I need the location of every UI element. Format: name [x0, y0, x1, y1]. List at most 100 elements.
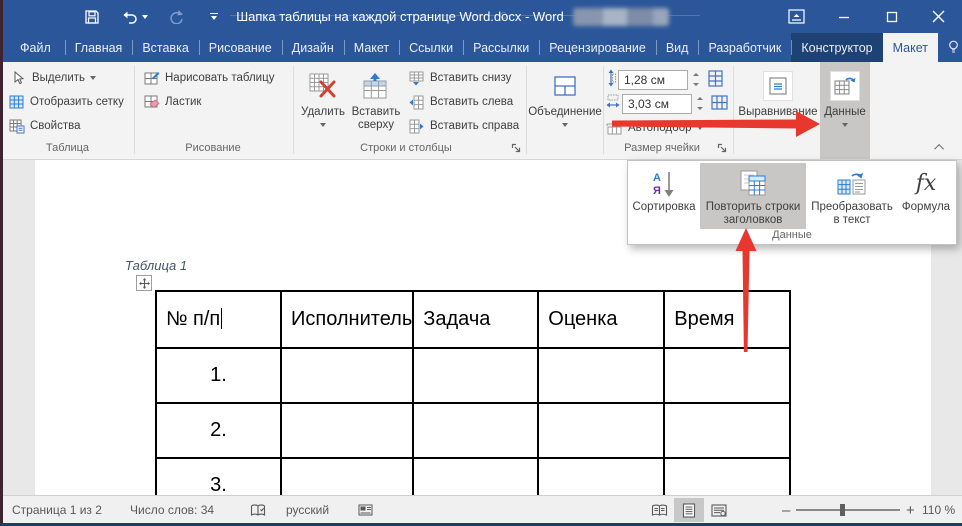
insert-below-button[interactable]: Вставить снизу	[408, 67, 511, 89]
minimize-button[interactable]	[824, 0, 864, 33]
tell-me-help[interactable]: Помощн	[940, 40, 962, 55]
row-height-icon	[606, 69, 616, 90]
tab-bar-right-icons: Помощн	[940, 33, 962, 62]
table-row[interactable]: 2.	[156, 403, 790, 458]
titlebar: Шапка таблицы на каждой странице Word.do…	[0, 0, 962, 33]
convert-to-text-button[interactable]: Преобразоватьв текст	[808, 163, 896, 229]
zoom-out-button[interactable]: –	[782, 496, 790, 524]
insert-left-button[interactable]: Вставить слева	[408, 91, 513, 113]
tab-file[interactable]: Файл	[6, 33, 65, 62]
row-height-steppers[interactable]	[689, 70, 702, 90]
header-cell-grade[interactable]: Оценка	[538, 291, 664, 348]
tab-draw[interactable]: Рисование	[199, 33, 282, 62]
draw-table-button[interactable]: Нарисовать таблицу	[143, 67, 274, 89]
tab-view[interactable]: Вид	[656, 33, 699, 62]
zoom-slider-thumb[interactable]	[840, 504, 845, 516]
move-arrows-icon	[139, 278, 150, 289]
account-name-blurred	[573, 8, 669, 26]
tab-home[interactable]: Главная	[65, 33, 133, 62]
view-gridlines-icon	[8, 94, 25, 111]
window-title: Шапка таблицы на каждой странице Word.do…	[180, 0, 620, 33]
tab-references[interactable]: Ссылки	[399, 33, 463, 62]
select-button[interactable]: Выделить	[10, 67, 96, 89]
table-header-row[interactable]: № п/п Исполнитель Задача Оценка Время	[156, 291, 790, 348]
zoom-slider-track[interactable]	[796, 509, 900, 511]
tab-table-design-contextual[interactable]: Конструктор	[791, 33, 882, 62]
header-cell-executor[interactable]: Исполнитель	[281, 291, 413, 348]
formula-fx-icon: fx	[916, 169, 937, 199]
undo-icon[interactable]	[118, 5, 150, 29]
alignment-button[interactable]: Выравнивание	[737, 65, 819, 151]
tab-table-layout-active[interactable]: Макет	[883, 33, 938, 62]
draw-table-icon	[143, 70, 160, 87]
data-button-pressed[interactable]: Данные	[820, 62, 870, 159]
row-height-input[interactable]: 1,28 см	[618, 70, 688, 90]
proofing-status-icon[interactable]	[250, 496, 266, 524]
maximize-button[interactable]	[872, 0, 912, 33]
zoom-in-button[interactable]: +	[906, 496, 915, 524]
window-left-edge	[0, 0, 3, 526]
distribute-rows-icon[interactable]	[707, 70, 724, 90]
close-button[interactable]	[918, 0, 958, 33]
macro-record-icon[interactable]	[358, 496, 373, 524]
distribute-columns-icon[interactable]	[711, 94, 728, 114]
tab-mailings[interactable]: Рассылки	[463, 33, 539, 62]
table-caption: Таблица 1	[125, 258, 187, 273]
tab-developer[interactable]: Разработчик	[698, 33, 791, 62]
group-label-cell-size: Размер ячейки	[608, 141, 716, 155]
page-indicator[interactable]: Страница 1 из 2	[12, 496, 102, 524]
insert-above-button[interactable]: Вставитьсверху	[350, 65, 402, 151]
collapse-ribbon-icon[interactable]	[932, 140, 948, 154]
print-layout-icon[interactable]	[674, 498, 704, 522]
document-table[interactable]: № п/п Исполнитель Задача Оценка Время 1.…	[155, 290, 791, 495]
table-properties-button[interactable]: Свойства	[8, 115, 81, 137]
table-move-handle[interactable]	[136, 275, 152, 291]
column-width-steppers[interactable]	[693, 94, 706, 114]
header-cell-number[interactable]: № п/п	[156, 291, 281, 348]
repeat-header-rows-button[interactable]: Повторить строкизаголовков	[700, 163, 806, 229]
repeat-header-rows-icon	[739, 169, 767, 199]
save-icon[interactable]	[80, 5, 104, 29]
language-indicator[interactable]: русский	[286, 496, 329, 524]
autofit-icon	[606, 120, 623, 137]
alignment-icon	[763, 71, 793, 101]
zoom-slider[interactable]	[796, 496, 900, 524]
read-mode-icon[interactable]	[644, 498, 674, 522]
tab-layout[interactable]: Макет	[344, 33, 399, 62]
delete-table-icon	[309, 69, 337, 103]
zoom-level[interactable]: 110 %	[922, 496, 955, 524]
cell-size-dialog-launcher-icon[interactable]	[717, 143, 729, 155]
tab-insert[interactable]: Вставка	[132, 33, 198, 62]
autofit-button[interactable]: Автоподбор	[606, 117, 703, 139]
web-layout-icon[interactable]	[704, 498, 734, 522]
sort-button[interactable]: А Я Сортировка	[630, 163, 698, 229]
column-width-input[interactable]: 3,03 см	[622, 94, 692, 114]
merge-button[interactable]: Объединение	[530, 65, 600, 151]
eraser-icon	[143, 94, 160, 111]
view-gridlines-button[interactable]: Отобразить сетку	[8, 91, 124, 113]
table-row[interactable]: 1.	[156, 348, 790, 403]
ribbon: Выделить Отобразить сетку Свойства Табли…	[0, 62, 962, 160]
insert-left-icon	[408, 94, 425, 111]
ribbon-display-options-icon[interactable]	[776, 0, 816, 33]
statusbar: Страница 1 из 2 Число слов: 34 русский –…	[0, 495, 962, 526]
ribbon-tab-bar: Файл Главная Вставка Рисование Дизайн Ма…	[0, 33, 962, 62]
sort-icon: А Я	[651, 169, 677, 199]
eraser-button[interactable]: Ластик	[143, 91, 201, 113]
insert-below-icon	[408, 70, 425, 87]
insert-right-icon	[408, 118, 425, 135]
formula-button[interactable]: fx Формула	[898, 163, 954, 229]
word-window: Шапка таблицы на каждой странице Word.do…	[0, 0, 962, 526]
insert-right-button[interactable]: Вставить справа	[408, 115, 519, 137]
header-cell-time[interactable]: Время	[664, 291, 790, 348]
header-cell-task[interactable]: Задача	[413, 291, 538, 348]
delete-table-button[interactable]: Удалить	[299, 65, 347, 151]
column-width-control: 3,03 см	[606, 93, 728, 114]
table-row[interactable]: 3.	[156, 458, 790, 495]
tab-review[interactable]: Рецензирование	[539, 33, 656, 62]
table-properties-icon	[8, 118, 25, 135]
rows-cols-dialog-launcher-icon[interactable]	[511, 143, 523, 155]
insert-above-icon	[362, 69, 390, 103]
tab-design[interactable]: Дизайн	[282, 33, 344, 62]
word-count[interactable]: Число слов: 34	[130, 496, 214, 524]
